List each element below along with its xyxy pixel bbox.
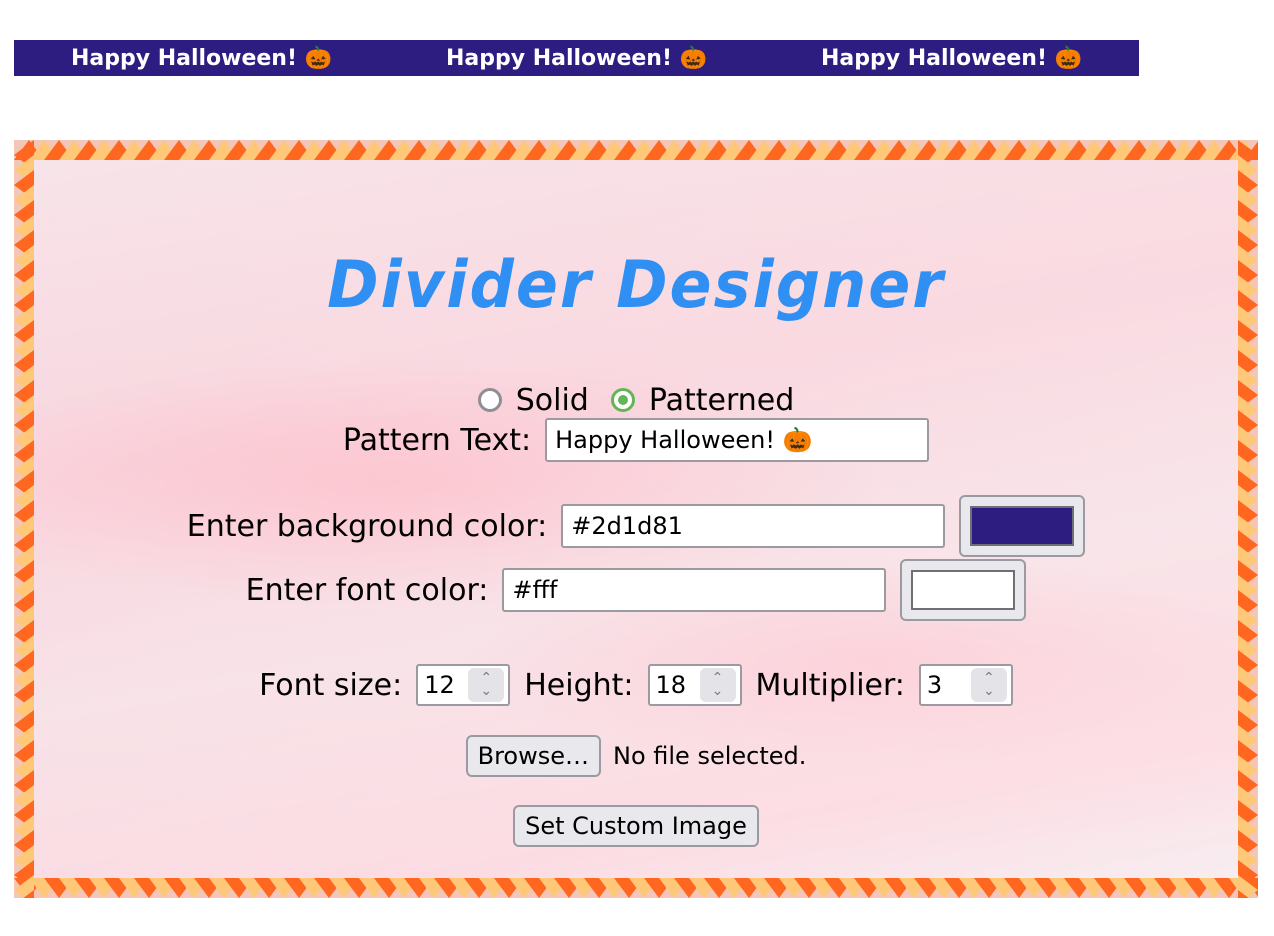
multiplier-input[interactable]: 3 ⌃ ⌄ bbox=[918, 664, 1013, 706]
page-title: Divider Designer bbox=[327, 246, 945, 323]
pattern-text-label: Pattern Text: bbox=[342, 422, 532, 458]
font-color-row: Enter font color: #fff bbox=[14, 558, 1258, 622]
height-value: 18 bbox=[655, 671, 687, 699]
font-color-swatch bbox=[911, 570, 1016, 610]
designer-panel: Divider Designer Solid Patterned Pattern… bbox=[14, 140, 1258, 898]
browse-button[interactable]: Browse… bbox=[465, 735, 601, 777]
pattern-type-group: Solid Patterned bbox=[14, 380, 1258, 420]
background-color-swatch bbox=[970, 506, 1075, 546]
chevron-down-icon: ⌄ bbox=[711, 683, 724, 699]
divider-pattern-text: Happy Halloween! 🎃 bbox=[445, 45, 708, 71]
height-input[interactable]: 18 ⌃ ⌄ bbox=[647, 664, 742, 706]
solid-radio[interactable] bbox=[477, 388, 502, 412]
divider-preview: Happy Halloween! 🎃 Happy Halloween! 🎃 Ha… bbox=[14, 40, 1139, 76]
set-custom-image-button[interactable]: Set Custom Image bbox=[513, 805, 759, 847]
background-color-row: Enter background color: #2d1d81 bbox=[14, 494, 1258, 558]
font-color-picker[interactable] bbox=[900, 559, 1027, 621]
font-size-spinner[interactable]: ⌃ ⌄ bbox=[468, 668, 505, 702]
font-color-value: #fff bbox=[512, 576, 558, 604]
patterned-radio[interactable] bbox=[610, 388, 635, 412]
chevron-down-icon: ⌄ bbox=[480, 683, 493, 699]
file-status: No file selected. bbox=[613, 742, 807, 770]
pattern-text-input[interactable]: Happy Halloween! 🎃 bbox=[545, 418, 930, 462]
divider-pattern-text: Happy Halloween! 🎃 bbox=[820, 45, 1083, 71]
font-size-label: Font size: bbox=[259, 667, 403, 703]
font-size-input[interactable]: 12 ⌃ ⌄ bbox=[416, 664, 511, 706]
background-color-input[interactable]: #2d1d81 bbox=[561, 504, 946, 548]
solid-radio-label: Solid bbox=[515, 382, 589, 418]
size-settings-row: Font size: 12 ⌃ ⌄ Height: 18 ⌃ ⌄ Multipl… bbox=[14, 662, 1258, 708]
multiplier-value: 3 bbox=[926, 671, 943, 699]
divider-pattern-text: Happy Halloween! 🎃 bbox=[70, 45, 333, 71]
font-color-label: Enter font color: bbox=[245, 572, 489, 608]
background-color-label: Enter background color: bbox=[186, 508, 548, 544]
font-color-input[interactable]: #fff bbox=[502, 568, 887, 612]
background-color-value: #2d1d81 bbox=[571, 512, 683, 540]
font-size-value: 12 bbox=[424, 671, 455, 699]
multiplier-spinner[interactable]: ⌃ ⌄ bbox=[970, 668, 1007, 702]
height-label: Height: bbox=[524, 667, 634, 703]
chevron-down-icon: ⌄ bbox=[983, 683, 995, 699]
set-image-row: Set Custom Image bbox=[14, 804, 1258, 848]
height-spinner[interactable]: ⌃ ⌄ bbox=[699, 668, 736, 702]
file-chooser-row: Browse… No file selected. bbox=[14, 734, 1258, 778]
multiplier-label: Multiplier: bbox=[755, 667, 905, 703]
patterned-radio-label: Patterned bbox=[648, 382, 795, 418]
background-color-picker[interactable] bbox=[959, 495, 1086, 557]
pattern-text-row: Pattern Text: Happy Halloween! 🎃 bbox=[14, 418, 1258, 462]
pattern-text-value: Happy Halloween! 🎃 bbox=[555, 426, 813, 454]
